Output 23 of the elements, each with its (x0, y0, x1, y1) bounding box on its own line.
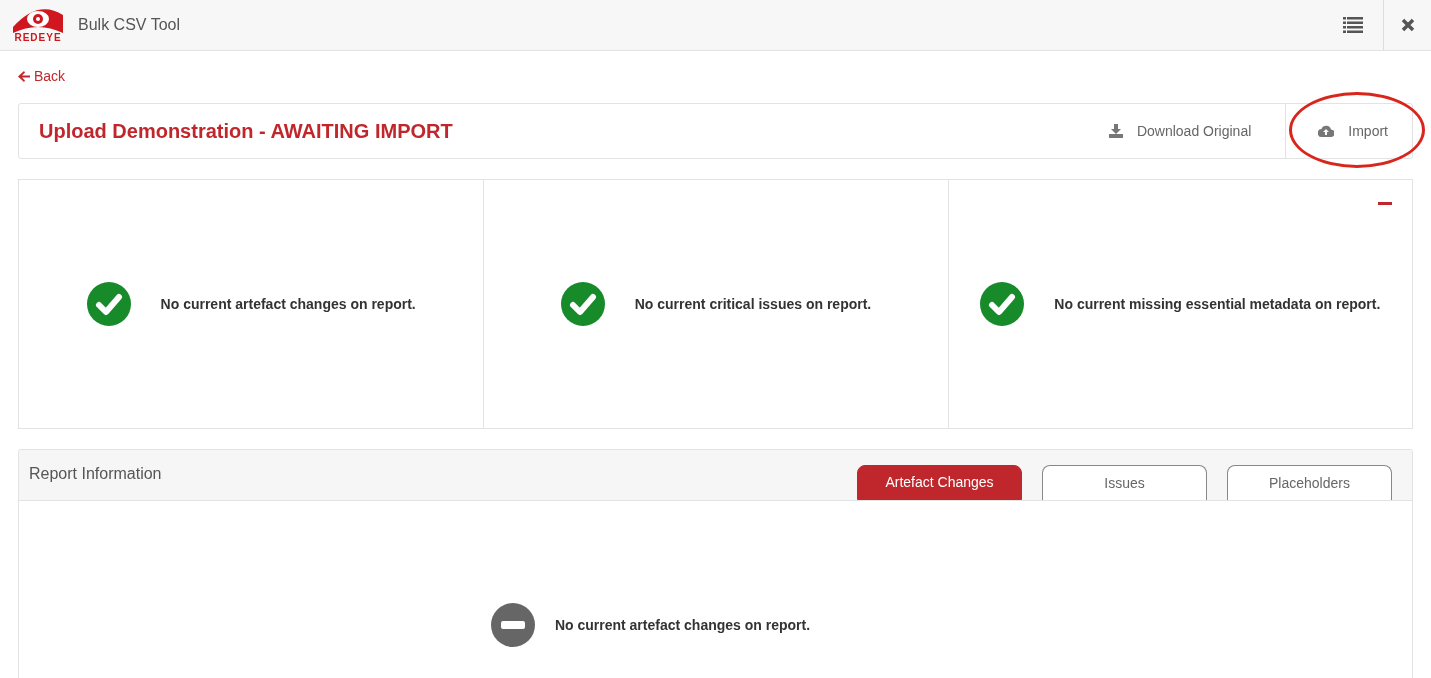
check-circle-icon (86, 282, 131, 326)
report-tab[interactable]: Placeholders (1227, 465, 1392, 500)
arrow-left-icon (18, 71, 30, 82)
close-icon[interactable] (1400, 18, 1415, 32)
app-title: Bulk CSV Tool (78, 15, 180, 35)
status-message: No current critical issues on report. (634, 294, 872, 314)
report-tab[interactable]: Artefact Changes (857, 465, 1022, 500)
check-circle-icon (980, 282, 1025, 326)
import-button[interactable]: Import (1318, 120, 1388, 142)
status-message: No current artefact changes on report. (554, 615, 811, 635)
status-message: No current missing essential metadata on report. (1054, 294, 1381, 314)
upload-title: Upload Demonstration - AWAITING IMPORT (39, 119, 453, 144)
check-circle-icon (560, 282, 605, 326)
redeye-logo: REDEYE (12, 7, 64, 43)
download-icon (1108, 124, 1123, 138)
back-link[interactable]: Back (18, 66, 66, 87)
status-message: No current artefact changes on report. (160, 294, 416, 314)
menu-list-icon[interactable] (1343, 17, 1363, 33)
minus-circle-icon (490, 603, 535, 647)
download-button[interactable]: Download Original (1108, 120, 1252, 142)
report-tab[interactable]: Issues (1042, 465, 1207, 500)
cloud-upload-icon (1318, 125, 1335, 137)
report-title: Report Information (29, 464, 162, 484)
